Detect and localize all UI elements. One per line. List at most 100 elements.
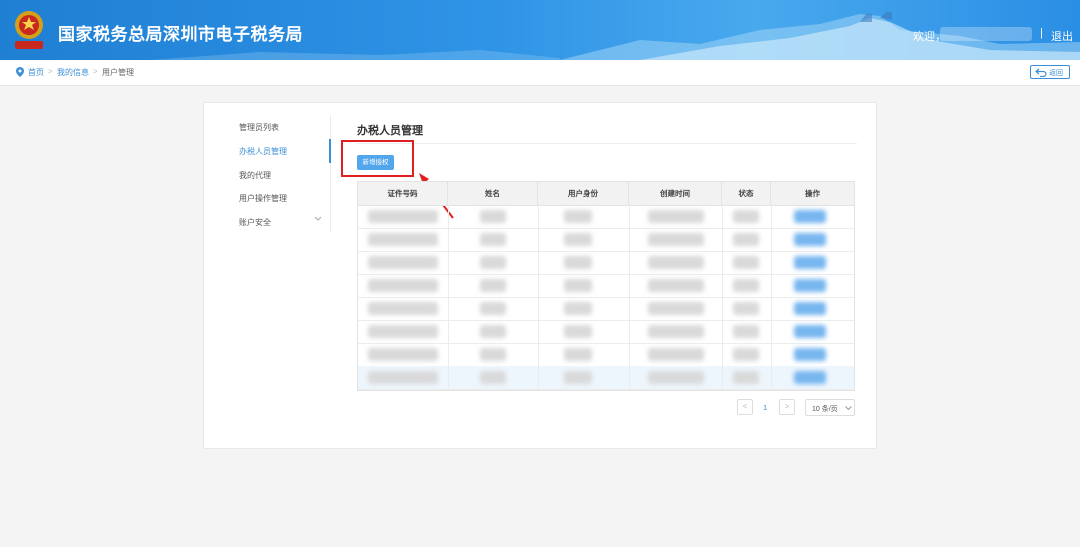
redacted-action-link[interactable] [794,325,826,338]
pagination-next-button[interactable]: > [779,399,795,415]
table-row [358,228,854,252]
redacted-status [733,210,759,223]
table-header: 证件号码 姓名 用户身份 创建时间 状态 操作 [358,182,854,206]
column-divider [771,205,772,228]
redacted-status [733,325,759,338]
staff-table: 证件号码 姓名 用户身份 创建时间 状态 操作 [357,181,855,391]
redacted-name [480,233,506,246]
column-divider [629,343,630,366]
redacted-action-link[interactable] [794,210,826,223]
highlight-box [341,140,414,177]
column-divider [771,228,772,251]
column-divider [771,251,772,274]
breadcrumb-home[interactable]: 首页 [28,67,44,78]
column-divider [538,228,539,251]
redacted-created-time [648,302,704,315]
redacted-created-time [648,325,704,338]
sidebar-item-admin-list[interactable]: 管理员列表 [239,122,279,133]
column-divider [722,320,723,343]
column-divider [722,205,723,228]
back-button-label: 返回 [1049,70,1063,77]
breadcrumb-bar: 首页 > 我的信息 > 用户管理 [0,60,1080,86]
page-size-select[interactable]: 10 条/页 [805,399,855,416]
redacted-name [480,302,506,315]
table-row [358,343,854,367]
column-divider [722,366,723,389]
redacted-identity [564,348,592,361]
column-divider [629,274,630,297]
column-divider [538,251,539,274]
table-row [358,274,854,298]
column-divider [448,205,449,228]
breadcrumb-my-info[interactable]: 我的信息 [57,67,89,78]
redacted-id-number [368,302,438,315]
column-divider [448,274,449,297]
sidebar-item-my-agent[interactable]: 我的代理 [239,170,271,181]
column-divider [448,343,449,366]
column-divider [722,228,723,251]
redacted-id-number [368,371,438,384]
back-button[interactable]: 返回 [1030,65,1070,79]
redacted-name [480,371,506,384]
column-divider [629,366,630,389]
column-divider [448,251,449,274]
title-divider [357,143,857,144]
column-divider [722,297,723,320]
sidebar-active-indicator [329,139,331,163]
table-row [358,320,854,344]
table-row [358,366,854,390]
pagination-prev-button[interactable]: < [737,399,753,415]
column-header-created-time: 创建时间 [629,182,722,205]
redacted-name [480,210,506,223]
redacted-id-number [368,210,438,223]
redacted-action-link[interactable] [794,279,826,292]
redacted-created-time [648,256,704,269]
redacted-action-link[interactable] [794,371,826,384]
column-divider [629,251,630,274]
redacted-action-link[interactable] [794,256,826,269]
site-title: 国家税务总局深圳市电子税务局 [58,25,303,45]
pagination-page-1[interactable]: 1 [763,403,767,412]
redacted-status [733,256,759,269]
column-divider [538,297,539,320]
site-header: 国家税务总局深圳市电子税务局 欢迎， | 退出 [0,0,1080,60]
redacted-action-link[interactable] [794,233,826,246]
table-row [358,205,854,229]
return-arrow-icon [1035,68,1047,77]
redacted-created-time [648,348,704,361]
redacted-status [733,371,759,384]
redacted-status [733,348,759,361]
breadcrumb-separator: > [93,67,98,76]
chevron-down-icon [845,406,852,410]
redacted-id-number [368,348,438,361]
redacted-action-link[interactable] [794,348,826,361]
column-divider [771,297,772,320]
redacted-created-time [648,371,704,384]
redacted-identity [564,210,592,223]
redacted-identity [564,279,592,292]
username-redacted [940,27,1032,41]
chevron-down-icon[interactable] [314,216,322,221]
redacted-action-link[interactable] [794,302,826,315]
sidebar-item-user-operations[interactable]: 用户操作管理 [239,193,287,204]
redacted-created-time [648,233,704,246]
column-divider [448,228,449,251]
logout-link[interactable]: 退出 [1051,28,1073,44]
column-divider [629,228,630,251]
redacted-id-number [368,279,438,292]
column-divider [722,251,723,274]
column-divider [629,205,630,228]
redacted-created-time [648,279,704,292]
redacted-status [733,233,759,246]
sidebar-item-tax-staff[interactable]: 办税人员管理 [239,146,287,157]
column-divider [771,366,772,389]
redacted-id-number [368,325,438,338]
breadcrumb-separator: > [48,67,53,76]
column-divider [629,297,630,320]
sidebar-item-account-security[interactable]: 账户安全 [239,217,271,228]
redacted-identity [564,371,592,384]
column-divider [722,343,723,366]
location-pin-icon [16,67,24,77]
column-divider [538,205,539,228]
redacted-name [480,325,506,338]
